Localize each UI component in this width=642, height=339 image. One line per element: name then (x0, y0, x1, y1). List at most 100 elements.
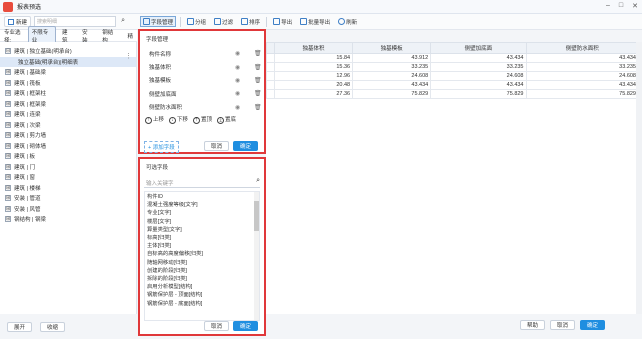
field-row[interactable]: 构件名称 ◉ 🗑 (140, 47, 264, 60)
expand-icon[interactable]: ⊞ (5, 79, 11, 86)
collapse-icon[interactable]: ⊟ (5, 48, 11, 55)
field-row[interactable]: 独基体积 ◉ 🗑 (140, 60, 264, 73)
more-options-icon[interactable]: ⋮ (125, 52, 132, 60)
cancel-button[interactable]: 取消 (550, 320, 576, 330)
expand-icon[interactable]: ⊞ (5, 205, 11, 212)
field-ok-button[interactable]: 确定 (232, 141, 258, 151)
sort-button[interactable]: 排序 (239, 16, 262, 27)
expand-icon[interactable]: ⊞ (5, 195, 11, 202)
tree-node[interactable]: ⊞ 建筑 | 框架梁 (0, 99, 136, 110)
optional-cancel-button[interactable]: 取消 (203, 321, 229, 331)
expand-icon[interactable]: ⊞ (5, 184, 11, 191)
tree-node[interactable]: ⊞ 建筑 | 筏板 (0, 78, 136, 89)
table-header[interactable]: 侧壁防水面积 (525, 42, 639, 54)
grid-scrollbar[interactable] (636, 42, 642, 314)
eye-icon[interactable]: ◉ (235, 104, 240, 111)
field-cancel-button[interactable]: 取消 (203, 141, 229, 151)
add-field-button[interactable]: + 添加字段 (144, 141, 179, 153)
tree-node[interactable]: ⊞ 建筑 | 基础梁 (0, 67, 136, 78)
list-item[interactable]: 自标高的高度偏移[归类] (145, 249, 259, 257)
expand-icon[interactable]: ⊞ (5, 100, 11, 107)
maximize-icon[interactable]: □ (619, 2, 623, 10)
table-header[interactable]: 侧壁加底面 (430, 42, 527, 54)
table-row[interactable]: 12.96 24.608 24.608 24.608 (266, 71, 639, 81)
expand-icon[interactable]: ⊞ (5, 111, 11, 118)
eye-icon[interactable]: ◉ (235, 77, 240, 84)
expand-icon[interactable]: ⊞ (5, 153, 11, 160)
tree-node[interactable]: ⊞ 建筑 | 窗 (0, 172, 136, 183)
filter-button[interactable]: 过滤 (212, 16, 235, 27)
table-header[interactable]: 独基体积 (273, 42, 354, 54)
tree-node[interactable]: ⊞ 建筑 | 楼梯 (0, 183, 136, 194)
tree-node[interactable]: ⊞ 建筑 | 板 (0, 151, 136, 162)
expand-icon[interactable]: ⊞ (5, 69, 11, 76)
move-bottom-button[interactable]: ⤓ 置底 (217, 115, 236, 124)
trash-icon[interactable]: 🗑 (254, 50, 262, 57)
expand-icon[interactable]: ⊞ (5, 132, 11, 139)
search-icon[interactable]: ⌕ (256, 177, 260, 185)
tree-node[interactable]: ⊞ 建筑 | 连梁 (0, 109, 136, 120)
eye-icon[interactable]: ◉ (235, 50, 240, 57)
tree-node[interactable]: ⊞ 建筑 | 剪力墙 (0, 130, 136, 141)
field-row[interactable]: 侧壁加底面 ◉ 🗑 (140, 87, 264, 100)
table-row[interactable]: 15.84 43.912 43.434 43.434 (266, 53, 639, 63)
list-item[interactable]: 拆除的阶段[归类] (145, 274, 259, 282)
field-row[interactable]: 独基模板 ◉ 🗑 (140, 74, 264, 87)
table-header[interactable]: 独基模板 (352, 42, 432, 54)
trash-icon[interactable]: 🗑 (254, 90, 262, 97)
tree-node[interactable]: ⊞ 建筑 | 门 (0, 162, 136, 173)
expand-icon[interactable]: ⊞ (5, 216, 11, 223)
list-item[interactable]: 钢筋保护层 - 底面[结构] (145, 298, 259, 307)
table-row[interactable]: 27.36 75.829 75.829 75.829 (266, 89, 639, 99)
help-button[interactable]: 帮助 (520, 320, 546, 330)
collapse-all-button[interactable]: 收缩 (40, 321, 66, 332)
move-down-button[interactable]: ↓ 下移 (169, 115, 188, 124)
list-item[interactable]: 专业[文字] (145, 208, 259, 216)
eye-icon[interactable]: ◉ (235, 90, 240, 97)
scroll-thumb[interactable] (254, 201, 259, 231)
list-item[interactable]: 钢筋保护层 - 顶面[结构] (145, 290, 259, 298)
trash-icon[interactable]: 🗑 (254, 104, 262, 111)
trash-icon[interactable]: 🗑 (254, 77, 262, 84)
list-item[interactable]: 创建的阶段[归类] (145, 266, 259, 274)
list-item[interactable]: 混凝土强度等级[文字] (145, 200, 259, 208)
move-up-button[interactable]: ↑ 上移 (145, 115, 164, 124)
eye-icon[interactable]: ◉ (235, 64, 240, 71)
trash-icon[interactable]: 🗑 (254, 64, 262, 71)
list-item[interactable]: 构件ID (145, 192, 259, 200)
tree-node[interactable]: ⊞ 安装 | 风管 (0, 204, 136, 215)
expand-icon[interactable]: ⊞ (5, 174, 11, 181)
tree-node[interactable]: ⊞ 建筑 | 砌体墙 (0, 141, 136, 152)
close-icon[interactable]: ✕ (632, 2, 638, 10)
list-item[interactable]: 标高[归类] (145, 233, 259, 241)
move-top-button[interactable]: ⤒ 置顶 (193, 115, 212, 124)
list-item[interactable]: 楼层[文字] (145, 217, 259, 225)
search-icon[interactable]: ⌕ (121, 17, 125, 25)
list-item[interactable]: 算量类型[文字] (145, 225, 259, 233)
expand-all-button[interactable]: 展开 (7, 321, 33, 332)
tree-node[interactable]: ⊞ 建筑 | 框架柱 (0, 88, 136, 99)
expand-icon[interactable]: ⊞ (5, 90, 11, 97)
table-row[interactable]: 15.36 33.235 33.235 33.235 (266, 62, 639, 72)
tree-node[interactable]: ⊞ 建筑 | 次梁 (0, 120, 136, 131)
table-header[interactable] (266, 42, 275, 54)
batch-export-button[interactable]: 批量导出 (298, 16, 332, 27)
group-button[interactable]: 分组 (185, 16, 208, 27)
new-button[interactable]: 新建 (4, 16, 32, 27)
field-row[interactable]: 侧壁防水面积 ◉ 🗑 (140, 101, 264, 114)
list-item[interactable]: 主体[归类] (145, 241, 259, 249)
list-item[interactable]: 随轴网移动[归类] (145, 258, 259, 266)
list-scrollbar[interactable] (254, 192, 259, 320)
tree-node-selected[interactable]: 独立基础(明承台)|明细表 (0, 56, 136, 67)
tree-node[interactable]: ⊞ 钢结构 | 钢梁 (0, 214, 136, 225)
expand-icon[interactable]: ⊞ (5, 142, 11, 149)
tree-node[interactable]: ⊞ 安装 | 管道 (0, 193, 136, 204)
keyword-search-input[interactable]: 输入关键字 ⌕ (144, 177, 260, 188)
ok-button[interactable]: 确定 (580, 320, 606, 330)
optional-ok-button[interactable]: 确定 (232, 321, 258, 331)
export-button[interactable]: 导出 (271, 16, 294, 27)
field-manage-button[interactable]: 字段管理 (140, 16, 177, 27)
tab-more[interactable]: 精 (124, 30, 138, 42)
refresh-button[interactable]: 刷新 (336, 16, 359, 27)
table-row[interactable]: 20.48 43.434 43.434 43.434 (266, 80, 639, 90)
